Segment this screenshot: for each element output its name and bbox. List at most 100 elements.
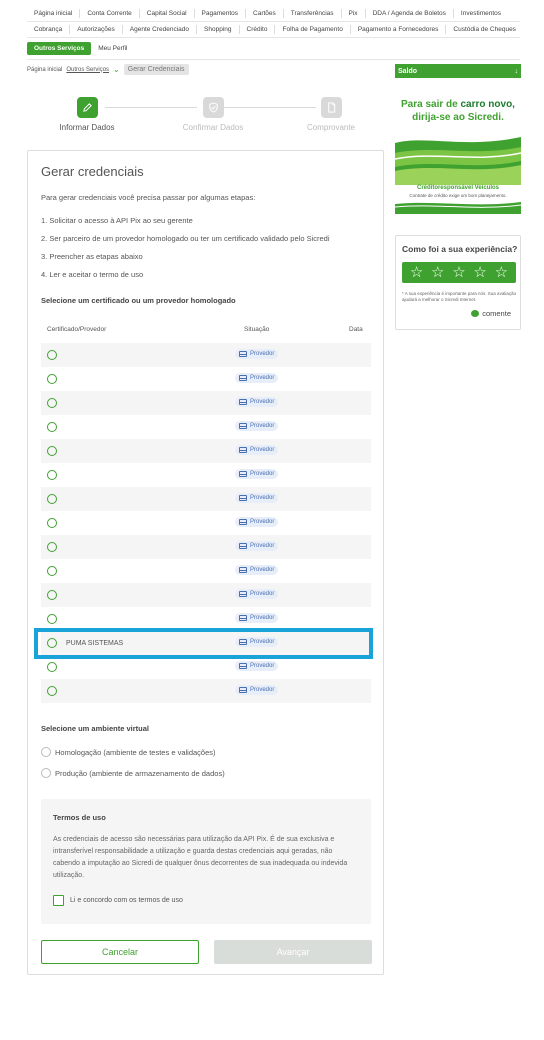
- terms-box: Termos de uso As credenciais de acesso s…: [41, 799, 371, 924]
- nav-item[interactable]: Cobrança: [27, 25, 71, 34]
- chevron-down-icon[interactable]: ↓: [515, 68, 519, 75]
- radio-button[interactable]: [47, 566, 57, 576]
- cancel-button[interactable]: Cancelar: [41, 940, 199, 964]
- status-badge: Provedor: [235, 517, 279, 527]
- steps-list-item: 4. Ler e aceitar o termo de uso: [41, 270, 144, 279]
- chevron-down-icon[interactable]: ⌄: [113, 65, 120, 74]
- saldo-label: Saldo: [398, 67, 418, 75]
- radio-button[interactable]: [47, 590, 57, 600]
- nav-item[interactable]: Crédito: [240, 25, 276, 34]
- table-row[interactable]: Provedor: [41, 583, 371, 607]
- radio-button[interactable]: [47, 374, 57, 384]
- server-icon: [239, 423, 247, 429]
- promo-line2: dirija-se ao Sicredi.: [412, 112, 504, 123]
- nav-item[interactable]: Agente Credenciado: [123, 25, 198, 34]
- env-option-homologacao[interactable]: Homologação (ambiente de testes e valida…: [41, 747, 216, 757]
- status-badge: Provedor: [235, 541, 279, 551]
- table-row[interactable]: Provedor: [41, 679, 371, 703]
- breadcrumb-section[interactable]: Outros Serviços: [66, 67, 109, 73]
- nav-item[interactable]: DDA / Agenda de Boletos: [366, 9, 454, 18]
- chat-bubble-icon: [471, 310, 480, 317]
- radio-button[interactable]: [41, 747, 51, 757]
- env-option-producao[interactable]: Produção (ambiente de armazenamento de d…: [41, 768, 225, 778]
- credentials-card: Gerar credenciais Para gerar credenciais…: [27, 150, 384, 975]
- star-icon[interactable]: ☆: [410, 265, 423, 280]
- promo-line1-bold: carro novo,: [460, 99, 515, 110]
- radio-button[interactable]: [47, 422, 57, 432]
- radio-button[interactable]: [47, 614, 57, 624]
- nav-item-meu-perfil[interactable]: Meu Perfil: [91, 44, 134, 53]
- nav-item[interactable]: Conta Corrente: [80, 9, 140, 18]
- status-badge: Provedor: [235, 421, 279, 431]
- radio-button[interactable]: [47, 350, 57, 360]
- breadcrumb-home[interactable]: Página inicial: [27, 67, 62, 73]
- breadcrumb-current: Gerar Credenciais: [123, 64, 189, 75]
- nav-item[interactable]: Transferências: [284, 9, 342, 18]
- env-option-label: Homologação (ambiente de testes e valida…: [55, 747, 216, 757]
- feedback-widget: Como foi a sua experiência? ☆ ☆ ☆ ☆ ☆ * …: [395, 235, 521, 330]
- nav-item[interactable]: Cartões: [246, 9, 284, 18]
- steps-list-item: 1. Solicitar o acesso à API Pix ao seu g…: [41, 216, 193, 225]
- nav-item[interactable]: Shopping: [197, 25, 240, 34]
- table-row[interactable]: Provedor: [41, 463, 371, 487]
- star-rating[interactable]: ☆ ☆ ☆ ☆ ☆: [402, 262, 516, 283]
- steps-list-item: 3. Preencher as etapas abaixo: [41, 252, 143, 261]
- nav-item[interactable]: Custódia de Cheques: [446, 25, 523, 34]
- status-label: Provedor: [250, 567, 275, 573]
- nav-item[interactable]: Pix: [342, 9, 366, 18]
- star-icon[interactable]: ☆: [495, 265, 508, 280]
- table-row[interactable]: Provedor: [41, 487, 371, 511]
- star-icon[interactable]: ☆: [431, 265, 444, 280]
- next-button[interactable]: Avançar: [214, 940, 372, 964]
- status-badge: Provedor: [235, 397, 279, 407]
- nav-item[interactable]: Pagamentos: [195, 9, 247, 18]
- table-row[interactable]: Provedor: [41, 511, 371, 535]
- nav-item[interactable]: Investimentos: [454, 9, 508, 18]
- server-icon: [239, 519, 247, 525]
- radio-button[interactable]: [47, 470, 57, 480]
- radio-button[interactable]: [47, 686, 57, 696]
- server-icon: [239, 471, 247, 477]
- star-icon[interactable]: ☆: [452, 265, 465, 280]
- nav-item[interactable]: Folha de Pagamento: [275, 25, 351, 34]
- step-label: Confirmar Dados: [182, 123, 244, 132]
- radio-button[interactable]: [47, 446, 57, 456]
- table-row[interactable]: Provedor: [41, 415, 371, 439]
- nav-divider: [27, 59, 520, 60]
- page-title: Gerar credenciais: [41, 164, 144, 179]
- nav-item[interactable]: Página inicial: [27, 9, 81, 18]
- status-label: Provedor: [250, 687, 275, 693]
- road-graphic: [395, 137, 521, 185]
- radio-button[interactable]: [47, 542, 57, 552]
- star-icon[interactable]: ☆: [473, 265, 486, 280]
- status-badge: Provedor: [235, 613, 279, 623]
- radio-button[interactable]: [47, 662, 57, 672]
- saldo-bar[interactable]: Saldo ↓: [395, 64, 521, 78]
- select-cert-title: Selecione um certificado ou um provedor …: [41, 296, 236, 305]
- table-row[interactable]: Provedor: [41, 367, 371, 391]
- table-row[interactable]: Provedor: [41, 559, 371, 583]
- radio-button[interactable]: [41, 768, 51, 778]
- radio-button[interactable]: [47, 398, 57, 408]
- terms-checkbox-label: Li e concordo com os termos de uso: [70, 897, 183, 904]
- terms-checkbox-row[interactable]: Li e concordo com os termos de uso: [53, 895, 183, 906]
- table-row[interactable]: Provedor: [41, 439, 371, 463]
- server-icon: [239, 447, 247, 453]
- table-row[interactable]: Provedor: [41, 343, 371, 367]
- table-row[interactable]: Provedor: [41, 391, 371, 415]
- nav-item-outros-servicos[interactable]: Outros Serviços: [27, 41, 92, 55]
- nav-row-2: Cobrança Autorizações Agente Credenciado Sh…: [27, 22, 520, 38]
- radio-button[interactable]: [47, 518, 57, 528]
- nav-item[interactable]: Pagamento a Fornecedores: [351, 25, 447, 34]
- top-navigation: Página inicial Conta Corrente Capital Soci…: [27, 6, 520, 60]
- comment-label: comente: [482, 309, 511, 318]
- nav-item[interactable]: Autorizações: [70, 25, 123, 34]
- comment-link[interactable]: comente: [471, 309, 511, 318]
- promo-banner[interactable]: Para sair de carro novo, dirija-se ao Si…: [395, 90, 521, 214]
- nav-item[interactable]: Capital Social: [140, 9, 195, 18]
- table-row[interactable]: Provedor: [41, 535, 371, 559]
- status-badge: Provedor: [235, 349, 279, 359]
- terms-checkbox[interactable]: [53, 895, 64, 906]
- status-label: Provedor: [250, 591, 275, 597]
- radio-button[interactable]: [47, 494, 57, 504]
